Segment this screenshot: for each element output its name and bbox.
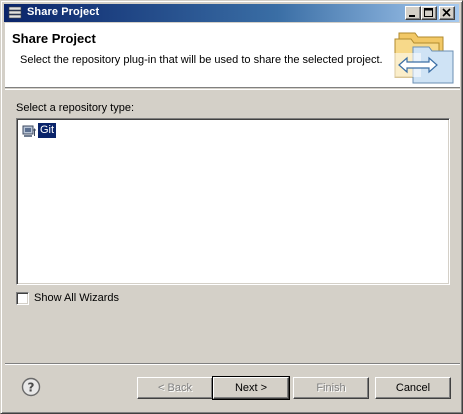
maximize-icon xyxy=(424,8,433,17)
repository-item-label: Git xyxy=(38,123,57,138)
close-icon xyxy=(442,8,451,17)
eclipse-app-icon xyxy=(8,6,22,19)
next-button[interactable]: Next > xyxy=(212,376,290,400)
finish-button[interactable]: Finish xyxy=(293,377,369,399)
close-button[interactable] xyxy=(439,6,455,20)
minimize-icon xyxy=(409,15,415,17)
show-all-wizards-label: Show All Wizards xyxy=(34,292,119,304)
page-title: Share Project xyxy=(12,31,96,46)
wizard-header: Share Project Select the repository plug… xyxy=(5,23,460,88)
maximize-button[interactable] xyxy=(421,6,437,20)
button-bar-separator-highlight xyxy=(5,364,460,365)
repository-type-label: Select a repository type: xyxy=(16,102,135,114)
page-description: Select the repository plug-in that will … xyxy=(20,54,383,66)
cancel-button[interactable]: Cancel xyxy=(375,377,451,399)
show-all-wizards-checkbox[interactable] xyxy=(16,292,29,305)
minimize-button[interactable] xyxy=(405,6,421,20)
window-title: Share Project xyxy=(27,6,100,18)
title-bar[interactable]: Share Project xyxy=(4,4,459,22)
repository-type-list[interactable]: Git xyxy=(16,118,450,285)
svg-text:?: ? xyxy=(28,381,35,395)
help-icon[interactable]: ? xyxy=(21,377,41,397)
share-project-banner-icon xyxy=(391,32,454,84)
header-separator xyxy=(5,89,460,90)
back-button[interactable]: < Back xyxy=(137,377,213,399)
share-project-dialog: Share Project Share Project Select the r… xyxy=(0,0,463,414)
git-repository-icon xyxy=(22,125,36,137)
